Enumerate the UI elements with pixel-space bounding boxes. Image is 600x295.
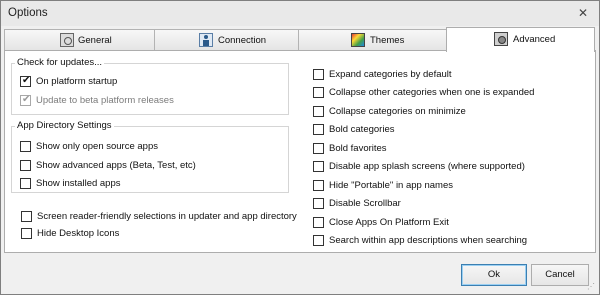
checkbox-label: On platform startup: [36, 76, 118, 87]
checkbox-box[interactable]: [313, 180, 324, 191]
tab-connection-label: Connection: [218, 35, 267, 46]
checkbox-box[interactable]: [313, 69, 324, 80]
tab-general-label: General: [78, 35, 112, 46]
checkbox-label: Hide "Portable" in app names: [329, 180, 453, 191]
general-settings-icon: [60, 33, 74, 47]
checkbox-label: Show only open source apps: [36, 141, 158, 152]
options-dialog: Options ✕ General Connection Themes Adva…: [0, 0, 600, 295]
tab-strip: General Connection Themes Advanced: [4, 27, 596, 52]
checkbox-box[interactable]: [313, 143, 324, 154]
group-title-updates: Check for updates...: [15, 57, 105, 68]
tab-connection[interactable]: Connection: [154, 29, 299, 50]
checkbox-label: Expand categories by default: [329, 69, 452, 80]
update-check-group: Check for updates... ✔ On platform start…: [11, 57, 289, 115]
checkbox-label: Bold categories: [329, 124, 395, 135]
cancel-button[interactable]: Cancel: [531, 264, 589, 286]
checkbox-box[interactable]: [20, 160, 31, 171]
window-title: Options: [8, 7, 48, 19]
checkbox-label: Collapse categories on minimize: [329, 106, 466, 117]
checkbox-box[interactable]: ✔: [20, 75, 31, 87]
checkbox-box[interactable]: [313, 124, 324, 135]
checkbox-label: Bold favorites: [329, 143, 387, 154]
dialog-footer: Ok Cancel ⋰: [1, 253, 599, 294]
checkbox-label: Screen reader-friendly selections in upd…: [37, 211, 297, 222]
checkbox-label: Show installed apps: [36, 178, 121, 189]
tab-advanced[interactable]: Advanced: [446, 27, 595, 52]
checkbox-box[interactable]: [313, 198, 324, 209]
checkbox-label: Update to beta platform releases: [36, 95, 174, 106]
advanced-camera-icon: [494, 32, 508, 46]
checkbox-label: Close Apps On Platform Exit: [329, 217, 449, 228]
themes-palette-icon: [351, 33, 365, 47]
checkbox-box[interactable]: [20, 178, 31, 189]
checkbox-box[interactable]: [313, 87, 324, 98]
check-icon: ✔: [22, 94, 31, 105]
checkbox-box[interactable]: [21, 211, 32, 222]
advanced-panel: Check for updates... ✔ On platform start…: [4, 50, 596, 253]
checkbox-box[interactable]: [313, 235, 324, 246]
checkbox-label: Hide Desktop Icons: [37, 228, 120, 239]
tab-general[interactable]: General: [4, 29, 155, 50]
checkbox-box[interactable]: [21, 228, 32, 239]
close-icon[interactable]: ✕: [575, 6, 591, 20]
checkbox-box[interactable]: [313, 217, 324, 228]
ok-button[interactable]: Ok: [461, 264, 527, 286]
checkbox-label: Disable Scrollbar: [329, 198, 401, 209]
checkbox-box[interactable]: ✔: [20, 94, 31, 106]
checkbox-box[interactable]: [20, 141, 31, 152]
title-bar: Options ✕: [1, 1, 599, 26]
check-icon: ✔: [22, 75, 31, 86]
checkbox-label: Disable app splash screens (where suppor…: [329, 161, 525, 172]
checkbox-label: Collapse other categories when one is ex…: [329, 87, 535, 98]
checkbox-box[interactable]: [313, 106, 324, 117]
checkbox-box[interactable]: [313, 161, 324, 172]
group-title-app-directory: App Directory Settings: [15, 120, 114, 131]
app-directory-group: App Directory Settings Show only open so…: [11, 120, 289, 193]
tab-themes[interactable]: Themes: [298, 29, 447, 50]
tab-advanced-label: Advanced: [513, 34, 556, 45]
checkbox-label: Search within app descriptions when sear…: [329, 235, 528, 246]
tab-themes-label: Themes: [370, 35, 405, 46]
connection-user-icon: [199, 33, 213, 47]
checkbox-label: Show advanced apps (Beta, Test, etc): [36, 160, 196, 171]
resize-grip-icon[interactable]: ⋰: [587, 282, 597, 292]
